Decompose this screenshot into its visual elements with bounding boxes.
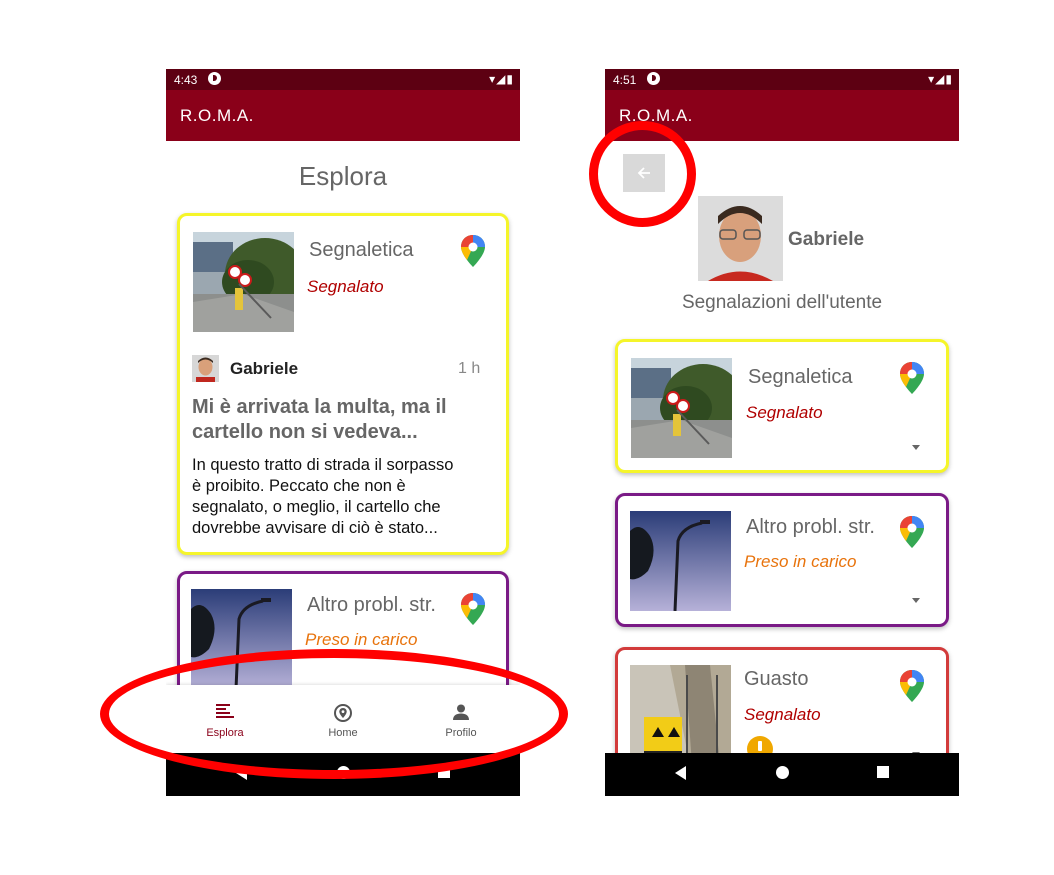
signal-battery-icon: ▾◢▮ (928, 72, 953, 86)
app-bar: R.O.M.A. (166, 90, 520, 141)
nav-tab-home[interactable]: Home (284, 685, 402, 753)
system-recents-icon[interactable] (438, 766, 450, 778)
nav-tab-esplora[interactable]: Esplora (166, 685, 284, 753)
google-maps-pin-icon[interactable] (899, 669, 925, 703)
status-bar: 4:51 ▾◢▮ (605, 69, 959, 90)
post-body-line: dovrebbe avvisare di ciò è stato... (192, 519, 438, 537)
arrow-left-icon (637, 167, 650, 179)
status-time: 4:43 (174, 73, 198, 87)
system-back-icon[interactable] (236, 766, 247, 780)
system-navigation-bar (605, 753, 959, 796)
report-status: Segnalato (744, 705, 821, 724)
report-status: Segnalato (746, 403, 823, 422)
report-card[interactable]: Segnaletica Segnalato Gabriele 1 h Mi è … (177, 213, 509, 555)
app-title: R.O.M.A. (180, 106, 254, 125)
google-maps-pin-icon[interactable] (460, 592, 486, 626)
bottom-navigation: Esplora Home Profilo (166, 685, 520, 753)
nav-tab-profilo[interactable]: Profilo (402, 685, 520, 753)
app-bar: R.O.M.A. (605, 90, 959, 141)
user-avatar (192, 355, 219, 382)
user-profile-photo (698, 196, 783, 281)
post-title-line: cartello non si vedeva... (192, 421, 418, 443)
signal-battery-icon: ▾◢▮ (489, 72, 514, 86)
report-status: Segnalato (307, 277, 384, 296)
google-maps-pin-icon[interactable] (460, 234, 486, 268)
post-body-line: segnalato, o meglio, il cartello che (192, 498, 441, 516)
left-phone-screen: 4:43 ▾◢▮ R.O.M.A. Esplora Segnaletica Se… (166, 69, 520, 796)
nav-tab-label: Profilo (445, 727, 477, 739)
nav-tab-label: Esplora (206, 727, 244, 739)
expand-chevron-icon[interactable] (912, 598, 920, 603)
google-maps-pin-icon[interactable] (899, 361, 925, 395)
report-category: Segnaletica (309, 239, 414, 261)
page-title: Esplora (298, 161, 388, 191)
status-time: 4:51 (613, 73, 637, 87)
app-title: R.O.M.A. (619, 106, 693, 125)
system-back-icon[interactable] (675, 766, 686, 780)
expand-chevron-icon[interactable] (912, 445, 920, 450)
post-title-line: Mi è arrivata la multa, ma il (192, 396, 447, 418)
nav-tab-label: Home (328, 727, 358, 739)
report-photo (191, 589, 292, 689)
user-name[interactable]: Gabriele (230, 359, 298, 379)
person-icon (453, 704, 469, 720)
list-icon (216, 704, 234, 718)
system-recents-icon[interactable] (877, 766, 889, 778)
report-category: Guasto (744, 668, 809, 690)
report-card[interactable]: Altro probl. str. Preso in carico (615, 493, 949, 627)
report-photo (193, 232, 294, 332)
report-category: Altro probl. str. (307, 594, 436, 616)
post-body-line: è proibito. Peccato che non è (192, 477, 406, 495)
system-home-icon[interactable] (337, 766, 350, 779)
report-card[interactable]: Segnaletica Segnalato (615, 339, 949, 473)
section-title: Segnalazioni dell'utente (681, 292, 883, 313)
post-body-line: In questo tratto di strada il sorpasso (192, 456, 454, 474)
right-phone-screen: 4:51 ▾◢▮ R.O.M.A. Gabriele Segnalazioni … (605, 69, 959, 796)
report-photo (630, 511, 731, 611)
google-maps-pin-icon[interactable] (899, 515, 925, 549)
report-category: Altro probl. str. (746, 516, 875, 538)
user-name: Gabriele (788, 229, 865, 250)
notification-icon (208, 72, 221, 85)
system-home-icon[interactable] (776, 766, 789, 779)
post-body: In questo tratto di strada il sorpasso è… (192, 455, 453, 539)
location-icon (334, 704, 352, 722)
report-category: Segnaletica (748, 366, 853, 388)
notification-icon (647, 72, 660, 85)
report-photo (631, 358, 732, 458)
report-status: Preso in carico (744, 552, 857, 571)
post-title: Mi è arrivata la multa, ma il cartello n… (192, 395, 447, 445)
report-photo (630, 665, 731, 765)
back-button[interactable] (623, 154, 665, 192)
system-navigation-bar (166, 753, 520, 796)
report-status: Preso in carico (305, 630, 418, 649)
status-bar: 4:43 ▾◢▮ (166, 69, 520, 90)
post-time: 1 h (458, 360, 481, 377)
